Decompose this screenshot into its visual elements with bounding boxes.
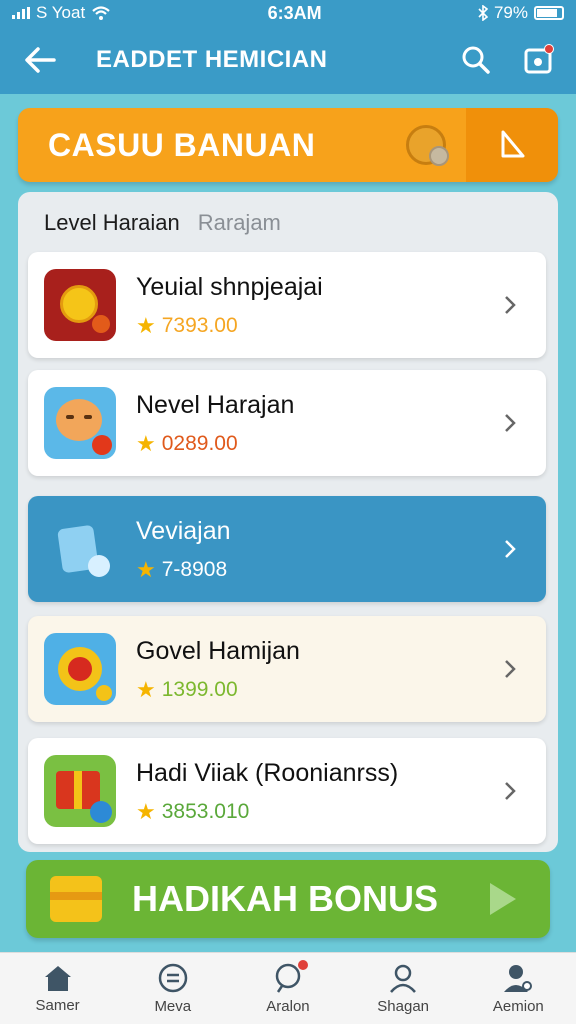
wifi-icon: [92, 6, 110, 20]
item-title: Veviajan: [136, 516, 231, 545]
play-outline-icon: [501, 130, 525, 158]
item-rating: ★ 3853.010: [136, 800, 490, 824]
back-button[interactable]: [20, 40, 60, 80]
item-text: Nevel Harajan ★ 0289.00: [136, 391, 490, 456]
nav-label: Shagan: [377, 998, 430, 1015]
home-icon: [44, 966, 71, 991]
play-icon: [490, 883, 516, 915]
star-icon: ★: [136, 430, 156, 456]
notification-badge: [544, 44, 554, 54]
chevron-right-icon: [490, 403, 530, 443]
tab-bar: Level Haraian Rarajam: [44, 210, 281, 236]
item-score: 1399.00: [161, 677, 238, 701]
item-text: Yeuial shnpjeajai ★ 7393.00: [136, 273, 490, 338]
banner-title: CASUU BANUAN: [48, 126, 316, 163]
item-rating: ★ 7-8908: [136, 558, 490, 582]
star-icon: ★: [136, 676, 156, 702]
nav-account[interactable]: Aemion: [468, 962, 568, 1015]
star-icon: ★: [136, 556, 156, 582]
page-title: EADDET HEMICIAN: [96, 46, 328, 73]
banner-play-button[interactable]: [466, 108, 558, 182]
treasure-box-icon: [50, 876, 102, 922]
item-text: Govel Hamijan ★ 1399.00: [136, 637, 490, 702]
status-left: S Yoat: [12, 3, 111, 23]
star-icon: ★: [136, 312, 156, 338]
list-item[interactable]: Govel Hamijan ★ 1399.00: [28, 616, 546, 722]
tab-level-haraian[interactable]: Level Haraian: [44, 210, 180, 236]
tab-rarajam[interactable]: Rarajam: [198, 210, 281, 236]
nav-label: Aemion: [492, 998, 544, 1015]
search-icon: [462, 46, 490, 74]
search-button[interactable]: [458, 42, 494, 78]
coin-app-icon: [44, 269, 116, 341]
item-score: 3853.010: [161, 799, 250, 823]
nav-chat[interactable]: Aralon: [238, 960, 338, 1015]
list-panel: Level Haraian Rarajam Yeuial shnpjeajai …: [18, 192, 558, 852]
signal-icon: [12, 7, 30, 19]
coin-icon: [406, 125, 449, 166]
item-rating: ★ 0289.00: [136, 432, 490, 456]
nav-label: Samer: [35, 997, 80, 1014]
gift-app-icon: [44, 755, 116, 827]
item-rating: ★ 7393.00: [136, 314, 490, 338]
chevron-right-icon: [490, 285, 530, 325]
chevron-right-icon: [490, 529, 530, 569]
star-icon: ★: [136, 798, 156, 824]
nav-label: Aralon: [266, 998, 310, 1015]
item-score: 7-8908: [161, 557, 228, 581]
item-text: Veviajan ★ 7-8908: [136, 517, 490, 582]
flower-app-icon: [44, 633, 116, 705]
item-title: Govel Hamijan: [136, 636, 300, 665]
profile-icon: [390, 964, 417, 993]
item-text: Hadi Viiak (Roonianrss) ★ 3853.010: [136, 759, 490, 824]
bluetooth-icon: [478, 5, 488, 21]
list-item[interactable]: Nevel Harajan ★ 0289.00: [28, 370, 546, 476]
notification-button[interactable]: [520, 42, 556, 78]
status-time: 6:3AM: [267, 2, 322, 23]
item-rating: ★ 1399.00: [136, 678, 490, 702]
item-score: 0289.00: [161, 431, 238, 455]
top-actions: [458, 42, 556, 78]
item-title: Hadi Viiak (Roonianrss): [136, 758, 399, 787]
carrier-label: S Yoat: [36, 3, 86, 22]
nav-label: Meva: [154, 998, 192, 1015]
item-title: Yeuial shnpjeajai: [136, 272, 323, 301]
promo-banner[interactable]: CASUU BANUAN: [18, 108, 558, 182]
menu-circle-icon: [158, 963, 188, 993]
nav-notification-dot: [297, 960, 308, 970]
document-app-icon: [44, 513, 116, 585]
bonus-button[interactable]: HADIKAH BONUS: [26, 860, 550, 938]
top-bar: EADDET HEMICIAN: [0, 26, 576, 94]
list-item-selected[interactable]: Veviajan ★ 7-8908: [28, 496, 546, 602]
nav-profile[interactable]: Shagan: [353, 962, 453, 1015]
status-right: 79%: [478, 3, 564, 23]
arrow-left-icon: [25, 47, 56, 73]
nav-home[interactable]: Samer: [8, 963, 108, 1014]
status-bar: S Yoat 6:3AM 79%: [0, 0, 576, 26]
item-title: Nevel Harajan: [136, 390, 295, 419]
bonus-title: HADIKAH BONUS: [132, 878, 438, 919]
battery-percent: 79%: [493, 3, 528, 22]
item-score: 7393.00: [161, 313, 238, 337]
bottom-nav: Samer Meva Aralon Shagan Aemion: [0, 952, 576, 1024]
chevron-right-icon: [490, 649, 530, 689]
list-item[interactable]: Yeuial shnpjeajai ★ 7393.00: [28, 252, 546, 358]
chevron-right-icon: [490, 771, 530, 811]
battery-icon: [534, 6, 564, 20]
user-settings-icon: [504, 965, 533, 992]
cat-app-icon: [44, 387, 116, 459]
list-item[interactable]: Hadi Viiak (Roonianrss) ★ 3853.010: [28, 738, 546, 844]
nav-menu[interactable]: Meva: [123, 962, 223, 1015]
